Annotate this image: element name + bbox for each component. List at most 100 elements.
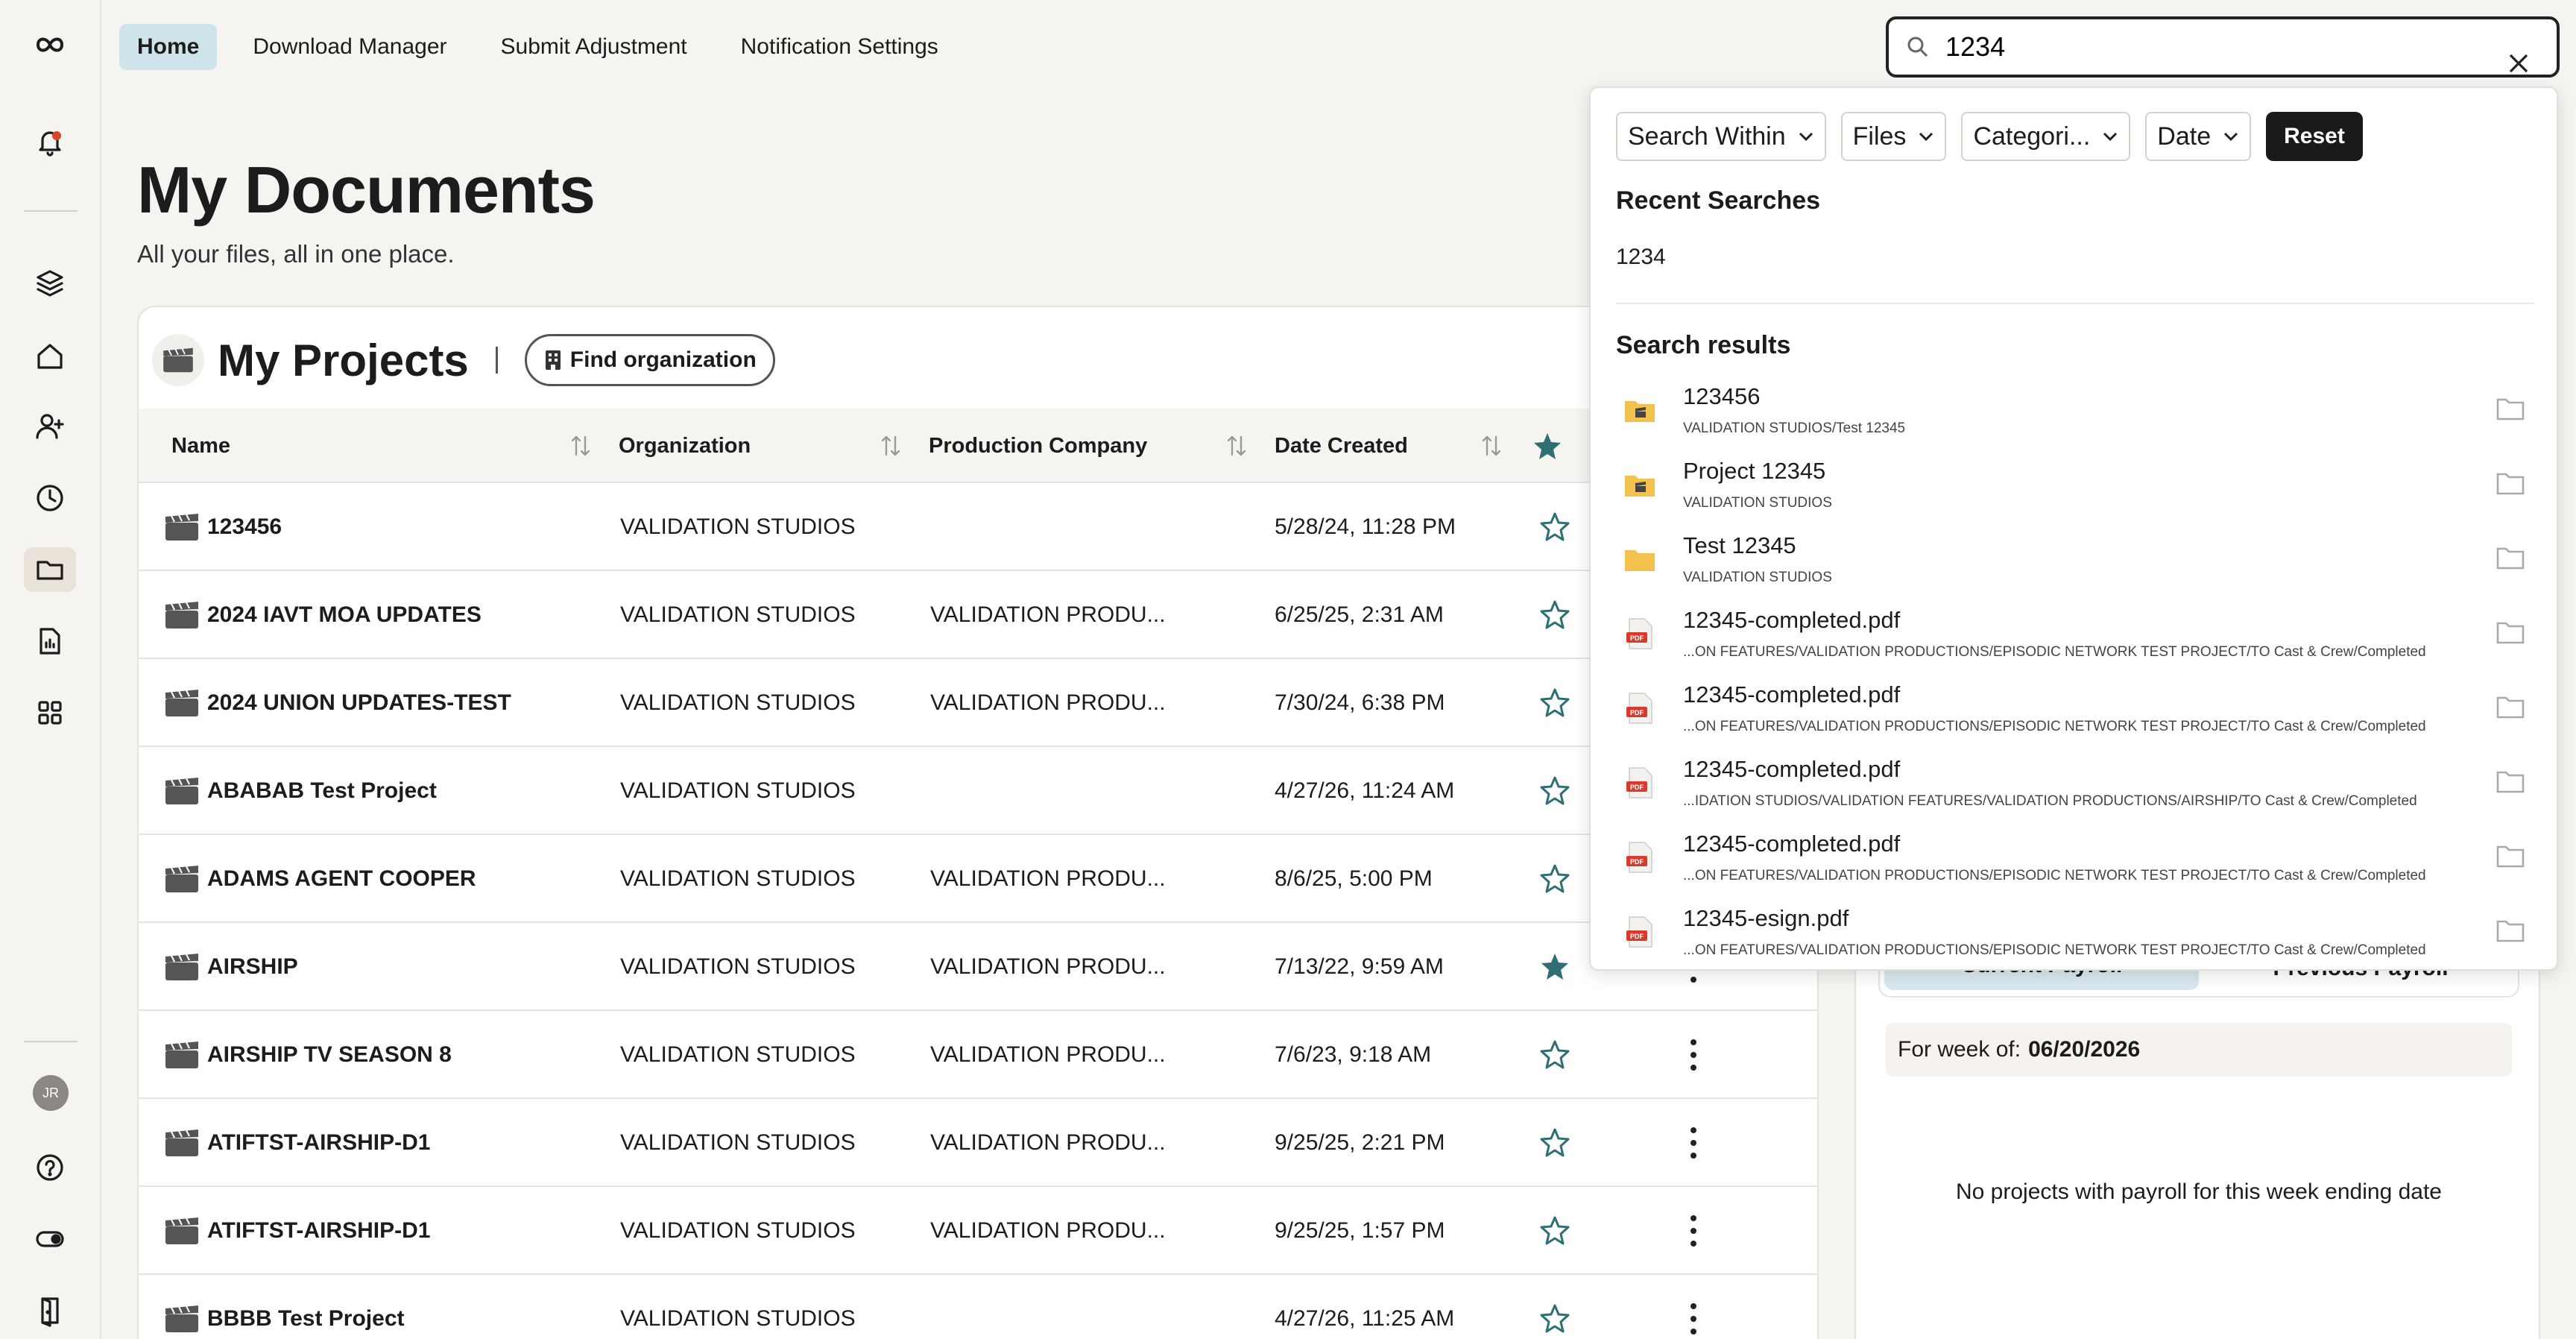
search-result-item[interactable]: PDF 12345-completed.pdf ...ON FEATURES/VAL… xyxy=(1623,681,2542,756)
star-outline-icon[interactable] xyxy=(1540,687,1570,721)
result-title: 12345-completed.pdf xyxy=(1683,681,1901,708)
grid-icon[interactable] xyxy=(24,690,76,735)
reset-button[interactable]: Reset xyxy=(2266,112,2363,161)
toggle-icon[interactable] xyxy=(24,1217,76,1261)
open-folder-icon[interactable] xyxy=(2496,768,2525,795)
week-date: 06/20/2026 xyxy=(2028,1037,2141,1062)
table-row[interactable]: ATIFTST-AIRSHIP-D1 VALIDATION STUDIOS VALI… xyxy=(139,1099,1817,1187)
star-outline-icon[interactable] xyxy=(1540,863,1570,897)
star-outline-icon[interactable] xyxy=(1540,1215,1570,1249)
search-input[interactable] xyxy=(1945,31,2467,63)
layers-icon[interactable] xyxy=(24,261,76,306)
table-row[interactable]: 123456 VALIDATION STUDIOS 5/28/24, 11:28 P… xyxy=(139,483,1817,571)
search-result-item[interactable]: 123456 VALIDATION STUDIOS/Test 12345 xyxy=(1623,383,2542,458)
open-folder-icon[interactable] xyxy=(2496,395,2525,422)
column-organization[interactable]: Organization xyxy=(619,409,751,483)
more-options-icon[interactable] xyxy=(1689,1039,1698,1071)
open-folder-icon[interactable] xyxy=(2496,470,2525,497)
project-name-cell[interactable]: AIRSHIP TV SEASON 8 xyxy=(164,1011,452,1099)
clear-search-icon[interactable] xyxy=(2507,52,2530,75)
result-title: 12345-completed.pdf xyxy=(1683,756,1901,782)
sort-icon[interactable] xyxy=(569,434,592,458)
week-selector[interactable]: For week of: 06/20/2026 xyxy=(1886,1023,2512,1077)
star-outline-icon[interactable] xyxy=(1540,1303,1570,1337)
search-result-item[interactable]: PDF 12345-esign.pdf ...ON FEATURES/VALIDAT… xyxy=(1623,905,2542,980)
sort-icon[interactable] xyxy=(1225,434,1248,458)
exit-icon[interactable] xyxy=(24,1288,76,1333)
project-name-cell[interactable]: 123456 xyxy=(164,483,282,571)
nav-notification-settings[interactable]: Notification Settings xyxy=(723,24,956,70)
filter-date[interactable]: Date xyxy=(2145,112,2252,161)
chevron-down-icon xyxy=(2103,132,2118,142)
table-row[interactable]: BBBB Test Project VALIDATION STUDIOS 4/27/… xyxy=(139,1275,1817,1339)
star-filled-icon[interactable] xyxy=(1532,431,1562,464)
table-row[interactable]: 2024 IAVT MOA UPDATES VALIDATION STUDIOS V… xyxy=(139,571,1817,659)
open-folder-icon[interactable] xyxy=(2496,917,2525,944)
search-box[interactable] xyxy=(1886,16,2560,78)
avatar[interactable]: JR xyxy=(33,1075,69,1111)
open-folder-icon[interactable] xyxy=(2496,842,2525,869)
table-row[interactable]: ATIFTST-AIRSHIP-D1 VALIDATION STUDIOS VALI… xyxy=(139,1187,1817,1275)
star-outline-icon[interactable] xyxy=(1540,1127,1570,1161)
project-name-cell[interactable]: BBBB Test Project xyxy=(164,1275,405,1339)
bell-icon[interactable] xyxy=(24,119,76,164)
search-result-item[interactable]: PDF 12345-completed.pdf ...ON FEATURES/VAL… xyxy=(1623,831,2542,905)
logo-icon[interactable] xyxy=(24,22,76,67)
more-options-icon[interactable] xyxy=(1689,1303,1698,1335)
clock-icon[interactable] xyxy=(24,476,76,520)
table-row[interactable]: ADAMS AGENT COOPER VALIDATION STUDIOS VALI… xyxy=(139,835,1817,923)
project-name-cell[interactable]: ADAMS AGENT COOPER xyxy=(164,835,476,923)
column-production-company[interactable]: Production Company xyxy=(929,409,1147,483)
more-options-icon[interactable] xyxy=(1689,1127,1698,1159)
search-result-item[interactable]: PDF 12345-completed.pdf ...ON FEATURES/VAL… xyxy=(1623,607,2542,681)
nav-home[interactable]: Home xyxy=(119,24,218,70)
date-created-cell: 9/25/25, 2:21 PM xyxy=(1275,1130,1445,1155)
projects-card: My Projects Find organization Name Organ… xyxy=(137,306,1819,1339)
open-folder-icon[interactable] xyxy=(2496,544,2525,571)
star-outline-icon[interactable] xyxy=(1540,599,1570,633)
svg-text:PDF: PDF xyxy=(1630,634,1644,642)
nav-download-manager[interactable]: Download Manager xyxy=(235,24,464,70)
table-row[interactable]: AIRSHIP TV SEASON 8 VALIDATION STUDIOS VAL… xyxy=(139,1011,1817,1099)
sort-icon[interactable] xyxy=(880,434,902,458)
recent-search-item[interactable]: 1234 xyxy=(1616,245,1666,270)
help-icon[interactable] xyxy=(24,1145,76,1190)
table-row[interactable]: ABABAB Test Project VALIDATION STUDIOS 4/2… xyxy=(139,747,1817,835)
search-result-item[interactable]: PDF 12345-completed.pdf ...IDATION STUDIOS… xyxy=(1623,756,2542,831)
filter-categories[interactable]: Categori... xyxy=(1961,112,2131,161)
more-options-icon[interactable] xyxy=(1689,1215,1698,1247)
filter-search-within[interactable]: Search Within xyxy=(1616,112,1826,161)
date-created-cell: 9/25/25, 1:57 PM xyxy=(1275,1218,1445,1243)
sort-icon[interactable] xyxy=(1480,434,1503,458)
folder-icon[interactable] xyxy=(24,547,76,592)
search-result-item[interactable]: Test 12345 VALIDATION STUDIOS xyxy=(1623,532,2542,607)
home-icon xyxy=(37,344,63,369)
document-icon[interactable] xyxy=(24,619,76,664)
home-icon[interactable] xyxy=(24,334,76,379)
top-nav: Home Download Manager Submit Adjustment … xyxy=(119,24,956,70)
project-name-cell[interactable]: 2024 IAVT MOA UPDATES xyxy=(164,571,482,659)
star-outline-icon[interactable] xyxy=(1540,775,1570,809)
sidebar: JR xyxy=(0,0,101,1339)
table-row[interactable]: AIRSHIP VALIDATION STUDIOS VALIDATION PROD… xyxy=(139,923,1817,1011)
star-outline-icon[interactable] xyxy=(1540,511,1570,545)
add-user-icon[interactable] xyxy=(24,404,76,449)
project-name-cell[interactable]: 2024 UNION UPDATES-TEST xyxy=(164,659,511,747)
table-row[interactable]: 2024 UNION UPDATES-TEST VALIDATION STUDIO… xyxy=(139,659,1817,747)
nav-submit-adjustment[interactable]: Submit Adjustment xyxy=(483,24,705,70)
star-filled-icon[interactable] xyxy=(1540,951,1570,985)
search-result-item[interactable]: Project 12345 VALIDATION STUDIOS xyxy=(1623,458,2542,532)
project-name-cell[interactable]: AIRSHIP xyxy=(164,923,298,1011)
open-folder-icon[interactable] xyxy=(2496,619,2525,646)
find-organization-button[interactable]: Find organization xyxy=(524,334,775,386)
star-outline-icon[interactable] xyxy=(1540,1039,1570,1073)
dropdown-divider xyxy=(1616,303,2534,304)
column-date-created[interactable]: Date Created xyxy=(1275,409,1408,483)
exit-icon xyxy=(41,1297,59,1327)
project-name-cell[interactable]: ATIFTST-AIRSHIP-D1 xyxy=(164,1187,430,1275)
filter-files[interactable]: Files xyxy=(1840,112,1947,161)
project-name-cell[interactable]: ABABAB Test Project xyxy=(164,747,437,835)
project-name-cell[interactable]: ATIFTST-AIRSHIP-D1 xyxy=(164,1099,430,1187)
column-name[interactable]: Name xyxy=(171,409,230,483)
open-folder-icon[interactable] xyxy=(2496,693,2525,720)
